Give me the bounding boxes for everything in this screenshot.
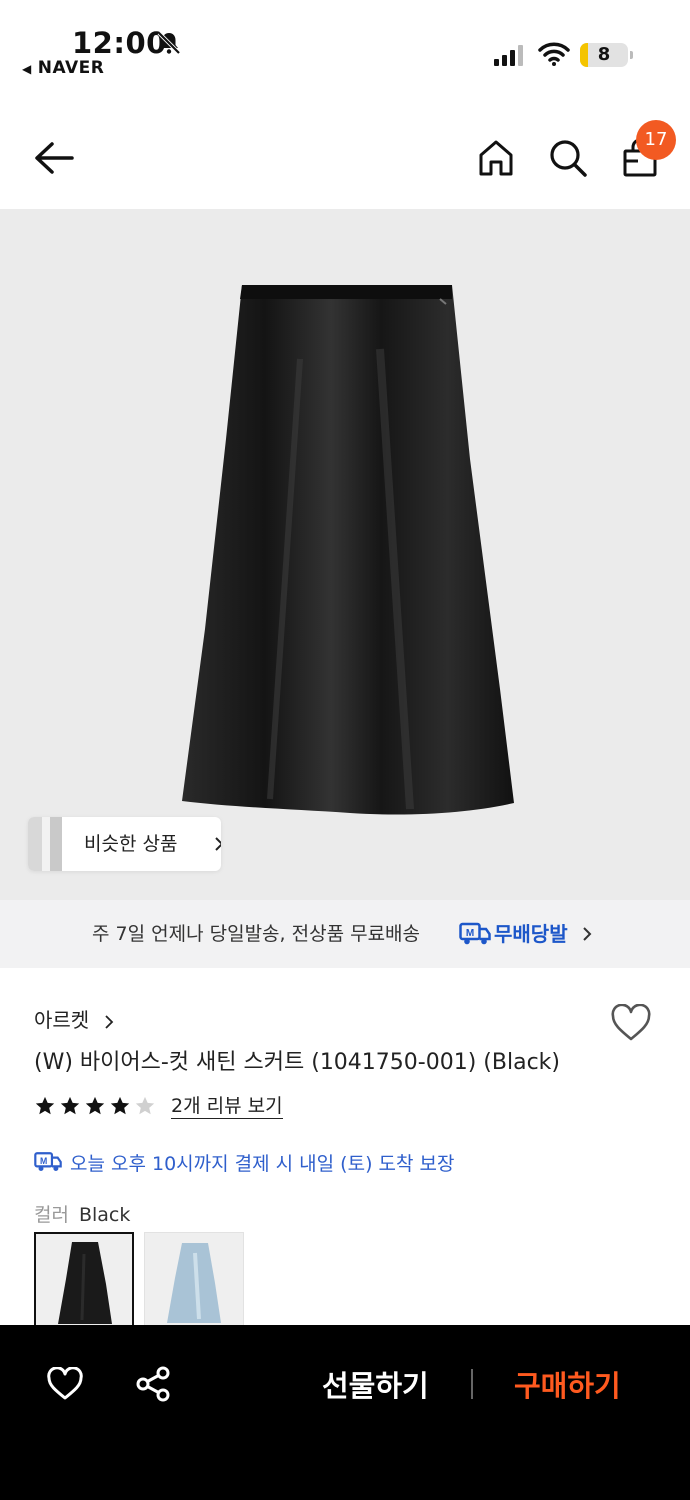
share-icon[interactable] <box>134 1365 172 1403</box>
delivery-truck-icon: M <box>459 922 491 945</box>
star-rating <box>34 1095 159 1117</box>
svg-text:M: M <box>40 1156 47 1166</box>
battery-indicator: 8 <box>580 43 633 67</box>
product-title: (W) 바이어스-컷 새틴 스커트 (1041750-001) (Black) <box>34 1050 560 1075</box>
svg-text:M: M <box>466 928 474 939</box>
search-icon[interactable] <box>546 136 590 180</box>
color-key: 컬러 <box>34 1204 69 1226</box>
product-image-skirt <box>182 285 514 815</box>
delivery-brand-label: 무배당발 <box>494 922 568 946</box>
divider <box>471 1369 473 1399</box>
star-filled-icon <box>60 1096 80 1115</box>
brand-name: 아르켓 <box>34 1008 90 1032</box>
color-value: Black <box>78 1204 131 1226</box>
arrival-notice-text: 오늘 오후 10시까지 결제 시 내일 (토) 도착 보장 <box>70 1152 455 1175</box>
product-image-gallery[interactable]: 비슷한 상품 <box>0 209 690 900</box>
back-app-label: NAVER <box>37 58 105 78</box>
arrival-guarantee: M 오늘 오후 10시까지 결제 시 내일 (토) 도착 보장 <box>34 1148 454 1176</box>
buy-button[interactable]: 구매하기 <box>514 1363 621 1405</box>
top-nav-bar: 17 <box>0 110 690 208</box>
gift-button[interactable]: 선물하기 <box>322 1363 429 1405</box>
delivery-banner-text: 주 7일 언제나 당일발송, 전상품 무료배송 <box>92 923 421 945</box>
wifi-icon <box>538 42 570 66</box>
brand-link[interactable]: 아르켓 <box>34 1004 114 1033</box>
similar-products-button[interactable]: 비슷한 상품 <box>28 817 221 871</box>
rating-row: 2개 리뷰 보기 <box>34 1092 283 1120</box>
wishlist-heart-icon[interactable] <box>610 1004 652 1042</box>
star-filled-icon <box>110 1096 130 1115</box>
chevron-right-icon <box>215 837 221 851</box>
star-filled-icon <box>85 1096 105 1115</box>
cellular-signal-icon <box>494 45 523 66</box>
chevron-right-icon <box>104 1014 113 1029</box>
cart-count-badge: 17 <box>636 120 676 160</box>
swatch-image-black <box>36 1234 132 1330</box>
back-arrow-icon[interactable] <box>32 138 76 178</box>
back-to-app-link[interactable]: ◀ NAVER <box>22 58 104 78</box>
wishlist-heart-icon[interactable] <box>46 1367 84 1401</box>
home-icon[interactable] <box>474 136 518 180</box>
bell-muted-icon <box>157 31 181 55</box>
delivery-banner[interactable]: 주 7일 언제나 당일발송, 전상품 무료배송 M 무배당발 <box>0 900 690 968</box>
star-filled-icon <box>35 1096 55 1115</box>
bottom-action-bar: 선물하기 구매하기 <box>0 1325 690 1500</box>
color-swatch-light-blue[interactable] <box>144 1232 244 1332</box>
swatch-image-light-blue <box>145 1233 243 1331</box>
color-option-label: 컬러 Black <box>34 1200 130 1227</box>
star-empty-icon <box>135 1096 155 1115</box>
similar-products-label: 비슷한 상품 <box>84 833 178 855</box>
status-time: 12:00 <box>72 26 167 60</box>
similar-products-thumbnail <box>28 817 62 871</box>
battery-level: 8 <box>597 44 611 65</box>
chevron-right-icon <box>583 927 592 941</box>
status-bar: 12:00 ◀ NAVER 8 <box>0 0 690 92</box>
color-swatch-black[interactable] <box>34 1232 134 1332</box>
reviews-link[interactable]: 2개 리뷰 보기 <box>171 1094 283 1119</box>
delivery-truck-icon: M <box>34 1152 62 1172</box>
